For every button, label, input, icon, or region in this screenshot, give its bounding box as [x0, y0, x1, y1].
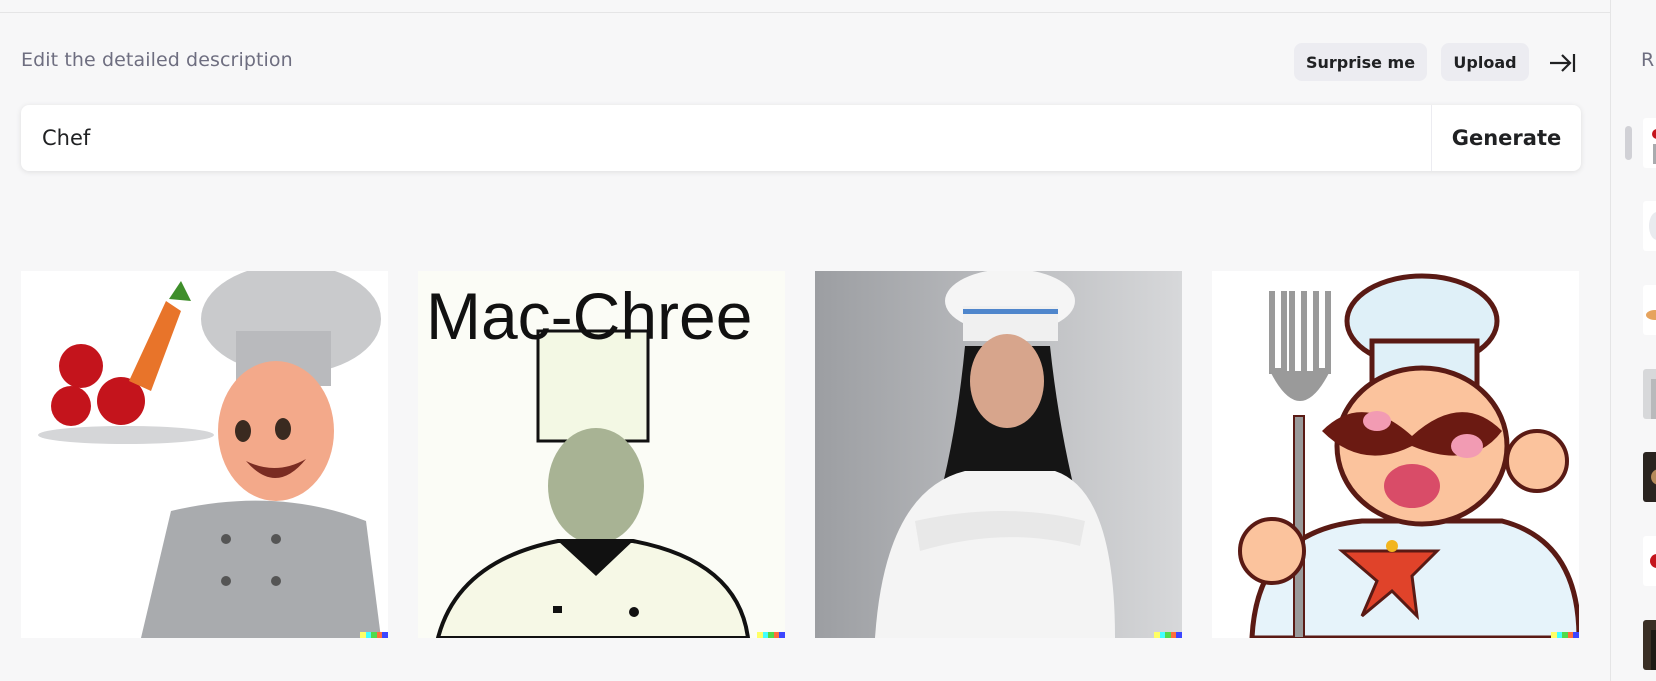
history-thumbnail[interactable] — [1643, 118, 1656, 168]
description-label: Edit the detailed description — [21, 49, 293, 71]
result-image-1[interactable] — [21, 271, 388, 638]
history-thumbnail[interactable] — [1643, 369, 1656, 419]
image-caption-text: Mac-Chree — [426, 279, 752, 353]
color-badge — [757, 632, 785, 638]
photo-chef-image — [815, 271, 1182, 638]
collapse-sidebar-icon[interactable] — [1547, 50, 1577, 76]
sketch-chef-image: Mac-Chree — [418, 271, 785, 638]
cartoon-chef-fork-image — [1212, 271, 1579, 638]
result-image-3[interactable] — [815, 271, 1182, 638]
generate-button[interactable]: Generate — [1431, 105, 1581, 171]
history-thumbnail[interactable] — [1643, 536, 1656, 586]
history-thumbnail[interactable] — [1643, 620, 1656, 670]
history-scrollbar[interactable] — [1625, 126, 1632, 160]
surprise-me-button[interactable]: Surprise me — [1294, 43, 1427, 81]
color-badge — [1551, 632, 1579, 638]
history-label: R — [1641, 49, 1655, 71]
color-badge — [360, 632, 388, 638]
top-divider — [0, 12, 1610, 13]
result-image-4[interactable] — [1212, 271, 1579, 638]
prompt-box: Generate — [21, 105, 1581, 171]
cartoon-chef-image — [21, 271, 388, 638]
history-thumbnail[interactable] — [1643, 285, 1656, 335]
upload-button[interactable]: Upload — [1441, 43, 1529, 81]
editor-panel: Edit the detailed description Surprise m… — [0, 0, 1610, 681]
history-sidebar: R — [1610, 0, 1656, 681]
prompt-input[interactable] — [21, 105, 1431, 171]
result-image-2[interactable]: Mac-Chree — [418, 271, 785, 638]
history-thumbnail[interactable] — [1643, 201, 1656, 251]
results-grid: Mac-Chree — [21, 271, 1579, 638]
history-thumbnail[interactable] — [1643, 452, 1656, 502]
color-badge — [1154, 632, 1182, 638]
